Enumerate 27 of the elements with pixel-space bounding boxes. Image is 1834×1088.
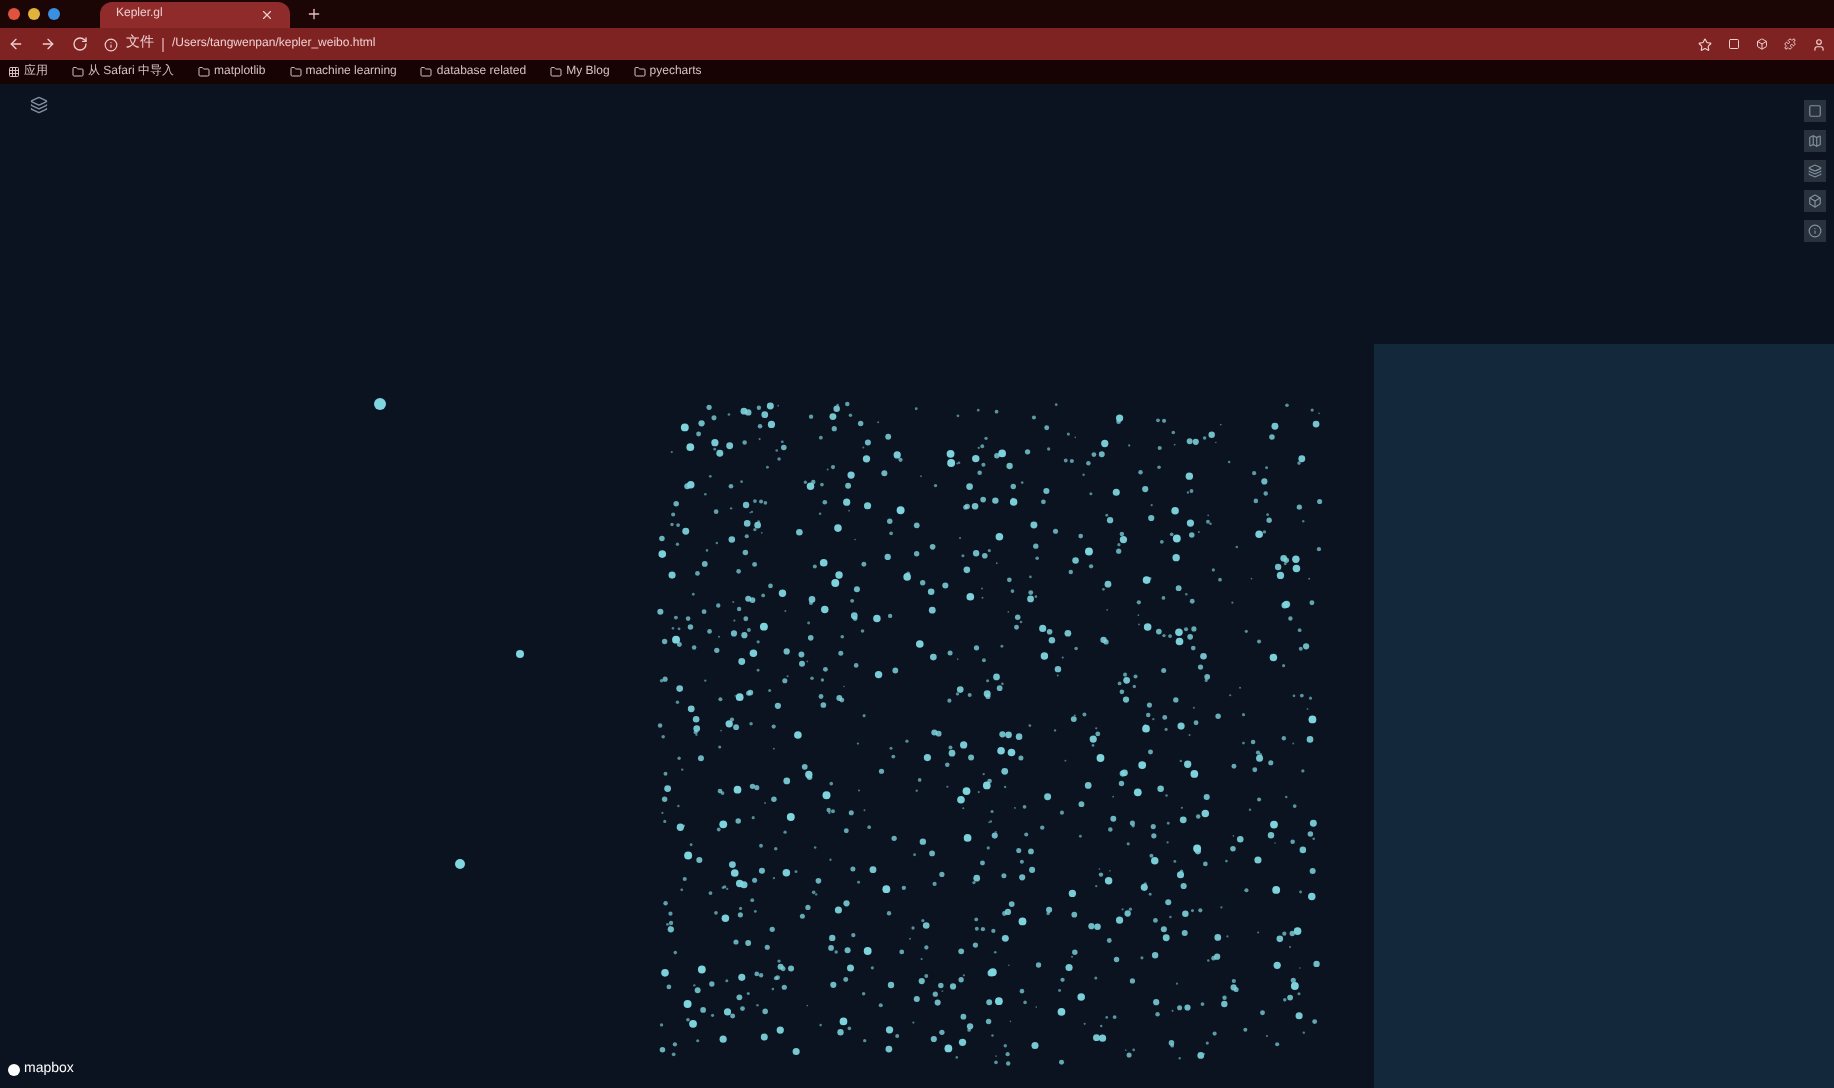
folder-icon (420, 66, 433, 78)
extension-icon[interactable] (1756, 38, 1768, 50)
extensions-icon[interactable] (1784, 38, 1796, 50)
map-control-button[interactable] (1804, 220, 1826, 242)
folder-icon (72, 66, 84, 78)
map-control-button[interactable] (1804, 100, 1826, 122)
extension-icon[interactable] (1728, 38, 1740, 50)
forward-icon[interactable] (40, 36, 56, 52)
zoom-window-control[interactable] (48, 8, 60, 20)
info-icon (104, 37, 118, 51)
map-control-button[interactable] (1804, 160, 1826, 182)
bookmark-star-icon[interactable] (1698, 37, 1712, 51)
map-control-button[interactable] (1804, 130, 1826, 152)
folder-icon (289, 66, 302, 78)
new-tab-icon[interactable] (306, 6, 322, 22)
folder-icon (198, 66, 211, 78)
profile-icon[interactable] (1812, 37, 1826, 51)
back-icon[interactable] (8, 36, 24, 52)
close-window-control[interactable] (8, 8, 20, 20)
map-control-button[interactable] (1804, 190, 1826, 212)
minimize-window-control[interactable] (28, 8, 40, 20)
close-icon[interactable] (260, 8, 274, 22)
reload-icon[interactable] (72, 36, 88, 52)
apps-icon (8, 66, 20, 78)
layers-icon[interactable] (30, 96, 48, 114)
folder-icon (633, 66, 646, 78)
folder-icon (550, 66, 563, 78)
